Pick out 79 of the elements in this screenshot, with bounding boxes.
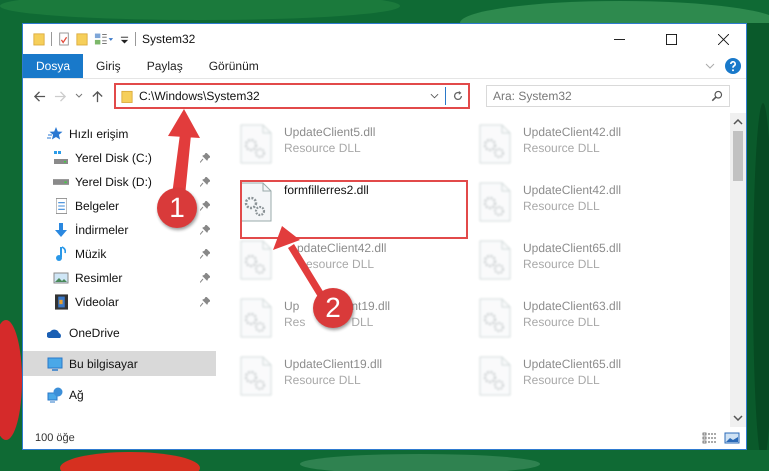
- pin-icon[interactable]: [200, 273, 210, 283]
- sidebar-item[interactable]: Bu bilgisayar: [23, 351, 216, 376]
- file-type: Resource DLL: [523, 141, 601, 155]
- file-type: Resource DLL: [523, 257, 601, 271]
- folder-icon: [121, 88, 133, 104]
- pin-icon[interactable]: [200, 249, 210, 259]
- file-name: UpdateClient42.dll: [523, 183, 622, 197]
- details-view-icon[interactable]: [702, 432, 718, 444]
- file-type: Resource DLL: [523, 373, 601, 387]
- close-icon[interactable]: [718, 34, 728, 44]
- network-icon: [47, 386, 63, 402]
- sidebar-item[interactable]: Videolar: [75, 295, 119, 309]
- file-type: Resource DLL: [284, 141, 362, 155]
- scroll-up-icon[interactable]: [733, 119, 743, 125]
- file-name: UpdateClient5.dll: [284, 125, 376, 139]
- expand-ribbon-icon[interactable]: [705, 63, 715, 69]
- ribbon-tab[interactable]: Görünüm: [196, 54, 272, 78]
- file-type: Resource DLL: [523, 199, 601, 213]
- up-arrow-icon[interactable]: [91, 90, 104, 102]
- folder-icon: [33, 31, 45, 47]
- ribbon-tab[interactable]: Paylaş: [134, 54, 196, 78]
- address-path: C:\Windows\System32: [139, 89, 261, 103]
- window-title: System32: [142, 32, 196, 46]
- document-icon: [56, 198, 66, 214]
- sidebar-item[interactable]: Resimler: [75, 271, 122, 285]
- sidebar-item[interactable]: Yerel Disk (D:): [75, 175, 152, 189]
- drive-icon: [53, 179, 69, 185]
- star-icon: [47, 126, 63, 142]
- scrollbar[interactable]: [730, 113, 746, 427]
- file-name: Up: [284, 299, 300, 313]
- view-options-icon[interactable]: [94, 31, 114, 47]
- back-arrow-icon[interactable]: [33, 90, 46, 102]
- download-arrow-icon: [53, 222, 69, 238]
- properties-icon[interactable]: [58, 31, 70, 47]
- chevron-down-icon[interactable]: [430, 93, 439, 99]
- file-name: UpdateClient19.dll: [284, 357, 382, 371]
- drive-icon: [53, 150, 69, 166]
- pin-icon[interactable]: [200, 201, 210, 211]
- ribbon-tab[interactable]: Giriş: [83, 54, 134, 78]
- file-name: formfillerres2.dll: [284, 183, 369, 197]
- sidebar-item[interactable]: Ağ: [23, 382, 216, 407]
- refresh-icon[interactable]: [452, 90, 464, 102]
- sidebar-item[interactable]: Belgeler: [75, 199, 120, 213]
- search-field[interactable]: Ara: System32: [486, 85, 730, 107]
- pin-icon[interactable]: [200, 225, 210, 235]
- sidebar-item[interactable]: Yerel Disk (C:): [75, 151, 152, 165]
- music-note-icon: [56, 246, 66, 262]
- address-bar[interactable]: C:\Windows\System32: [114, 83, 470, 109]
- sidebar-item[interactable]: OneDrive: [23, 320, 216, 345]
- pin-icon[interactable]: [200, 177, 210, 187]
- file-name: UpdateClient42.dll: [523, 125, 622, 139]
- sidebar-item[interactable]: Müzik: [75, 247, 106, 261]
- monitor-icon: [47, 356, 63, 372]
- file-type: esource DLL: [305, 257, 376, 271]
- file-name: UpdateClient63.dll: [523, 299, 622, 313]
- file-gears-icon[interactable]: [240, 181, 272, 223]
- new-folder-icon[interactable]: [76, 31, 88, 47]
- scrollbar-thumb[interactable]: [733, 131, 743, 181]
- file-name: UpdateClient65.dll: [523, 241, 622, 255]
- sidebar-item[interactable]: Hızlı erişim: [23, 121, 216, 146]
- file-type: Resource DLL: [284, 373, 362, 387]
- file-name: UpdateClient65.dll: [523, 357, 622, 371]
- item-count: 100 öğe: [35, 432, 75, 444]
- large-icons-view-icon[interactable]: [724, 432, 740, 444]
- scroll-down-icon[interactable]: [733, 415, 743, 421]
- pin-icon[interactable]: [200, 153, 210, 163]
- search-icon[interactable]: [711, 90, 723, 102]
- maximize-icon[interactable]: [666, 34, 676, 44]
- recent-dropdown-icon[interactable]: [75, 93, 83, 99]
- file-type: Resource DLL: [523, 315, 601, 329]
- film-icon: [54, 294, 68, 310]
- pin-icon[interactable]: [200, 297, 210, 307]
- file-name: pdateClient42.dll: [296, 241, 386, 255]
- ribbon-tab[interactable]: Dosya: [23, 54, 84, 78]
- image-icon: [53, 272, 69, 284]
- sidebar-item[interactable]: İndirmeler: [75, 223, 128, 237]
- help-icon[interactable]: [725, 58, 741, 74]
- file-type: Res: [284, 315, 306, 329]
- file-type: DLL: [351, 315, 374, 329]
